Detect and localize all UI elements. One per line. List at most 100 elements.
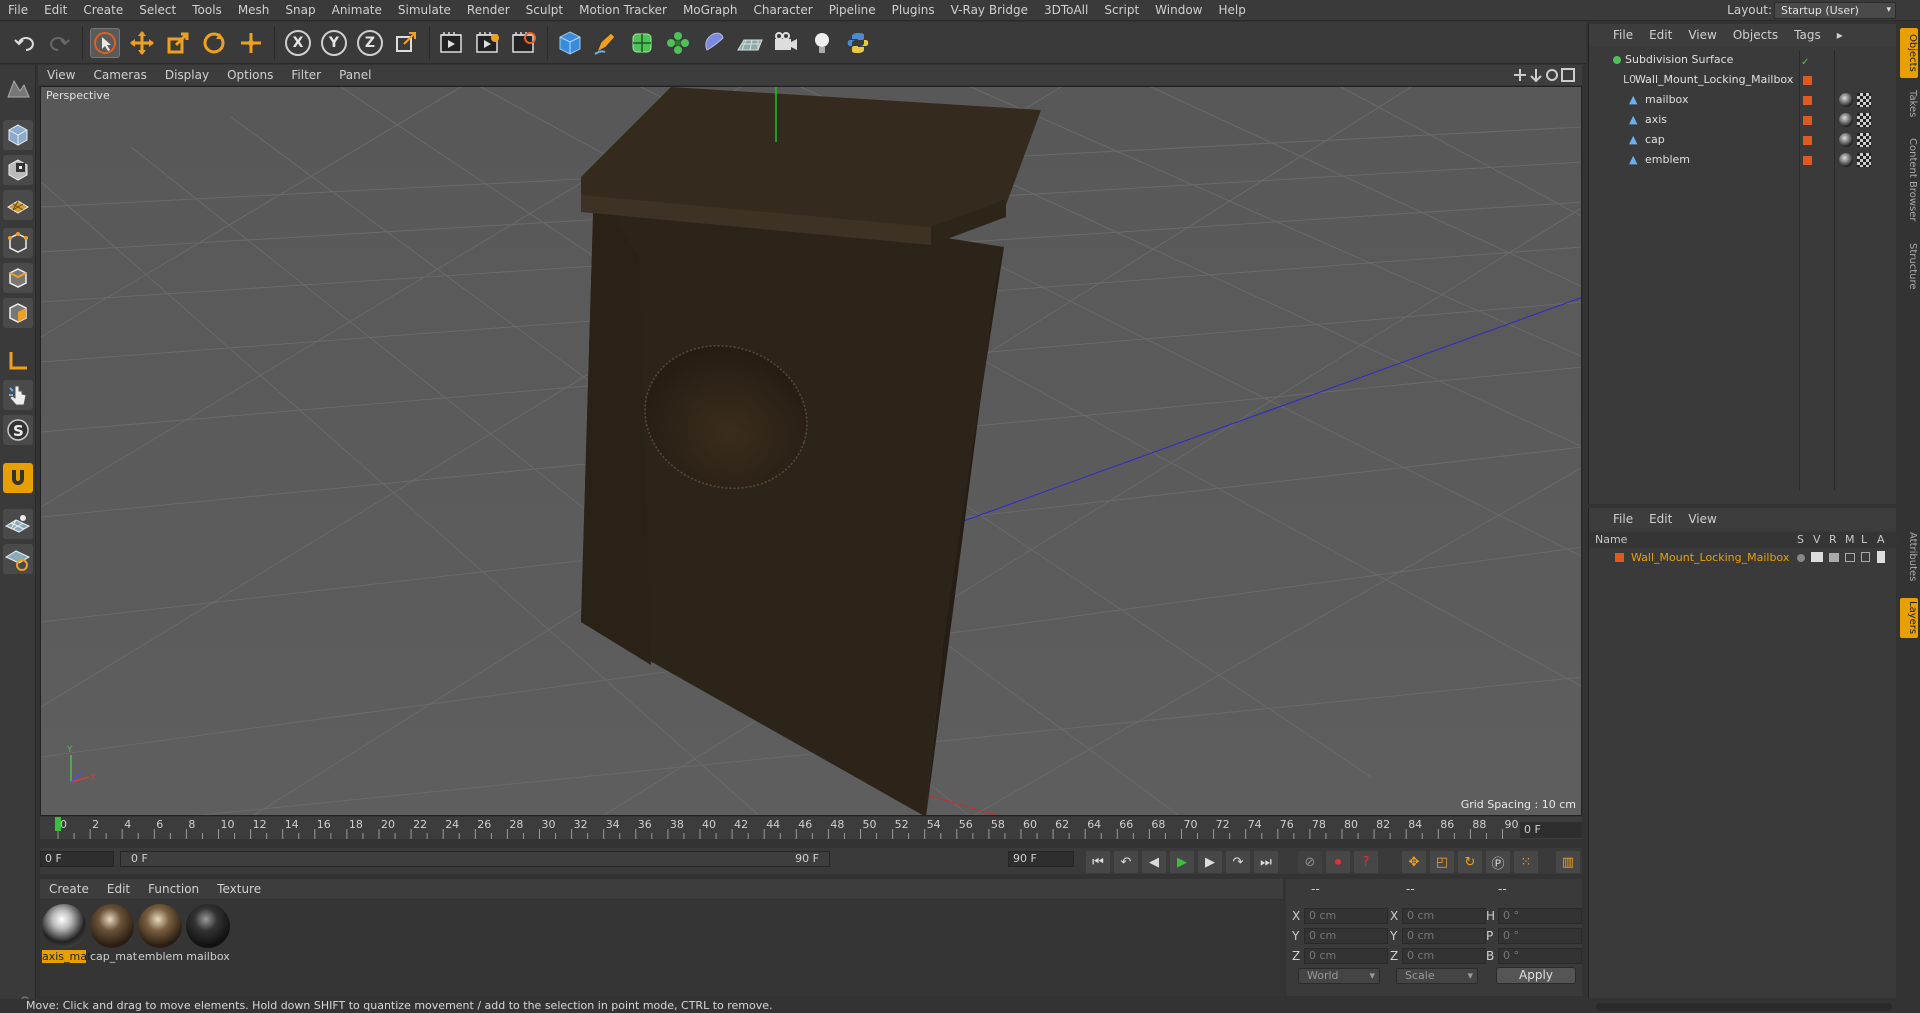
snap-icon[interactable]: S: [3, 415, 33, 445]
apply-button[interactable]: Apply: [1496, 967, 1576, 984]
axis-mode-icon[interactable]: [3, 345, 33, 375]
viewport-menu-display[interactable]: Display: [156, 68, 218, 82]
layer-col-locked[interactable]: L: [1861, 532, 1867, 548]
floor-icon[interactable]: [735, 28, 765, 58]
redo-icon[interactable]: [44, 28, 74, 58]
record-active-objects-icon[interactable]: ⏺: [1326, 851, 1350, 873]
object-row-subdivision[interactable]: Subdivision Surface ✓: [1589, 50, 1897, 70]
tab-layers[interactable]: Layers: [1900, 598, 1918, 638]
object-row-axis[interactable]: ▲ axis: [1589, 110, 1897, 130]
locked-workplane-icon[interactable]: [3, 544, 33, 574]
texture-mode-icon[interactable]: [3, 155, 33, 185]
key-position-icon[interactable]: ✥: [1402, 851, 1426, 873]
tab-takes[interactable]: Takes: [1900, 84, 1918, 124]
coordinate-space-dropdown[interactable]: World ▾: [1298, 968, 1380, 984]
menu-help[interactable]: Help: [1210, 0, 1253, 21]
menu-character[interactable]: Character: [745, 0, 820, 21]
render-icon[interactable]: [1829, 553, 1839, 562]
rotation-h-field[interactable]: 0 °: [1498, 908, 1582, 924]
layer-col-render[interactable]: R: [1829, 532, 1837, 548]
tab-content-browser[interactable]: Content Browser: [1900, 130, 1918, 230]
manager-icon[interactable]: [1845, 553, 1855, 562]
uvw-tag-icon[interactable]: [1857, 93, 1871, 107]
select-icon[interactable]: [90, 28, 120, 58]
y-axis-icon[interactable]: Y: [319, 28, 349, 58]
layer-color-tag[interactable]: [1803, 136, 1812, 145]
menu-file[interactable]: File: [0, 0, 36, 21]
deformer-icon[interactable]: [699, 28, 729, 58]
object-row-cap[interactable]: ▲ cap: [1589, 130, 1897, 150]
key-parameter-icon[interactable]: Ⓟ: [1486, 851, 1510, 873]
python-icon[interactable]: [843, 28, 873, 58]
material-swatch[interactable]: axis_mat: [42, 904, 91, 964]
position-x-field[interactable]: 0 cm: [1304, 908, 1388, 924]
previous-key-icon[interactable]: ↶: [1114, 851, 1138, 873]
playhead[interactable]: [55, 817, 61, 831]
key-pla-icon[interactable]: ⁙: [1514, 851, 1538, 873]
layer-col-solo[interactable]: S: [1797, 532, 1804, 548]
menu-sculpt[interactable]: Sculpt: [518, 0, 571, 21]
material-menu-function[interactable]: Function: [139, 882, 208, 896]
start-frame-field[interactable]: 0 F: [40, 851, 114, 867]
menu-tools[interactable]: Tools: [184, 0, 230, 21]
end-frame-field[interactable]: 90 F: [1008, 851, 1074, 867]
horizontal-scrollbar[interactable]: [1596, 1003, 1892, 1011]
cube-icon[interactable]: [555, 28, 585, 58]
uvw-tag-icon[interactable]: [1857, 113, 1871, 127]
menu-mesh[interactable]: Mesh: [230, 0, 278, 21]
size-mode-dropdown[interactable]: Scale ▾: [1396, 968, 1478, 984]
material-swatch[interactable]: mailbox: [186, 904, 230, 964]
pen-icon[interactable]: [591, 28, 621, 58]
subdivision-icon[interactable]: [627, 28, 657, 58]
workplane-icon[interactable]: [3, 509, 33, 539]
render-view-icon[interactable]: [437, 28, 467, 58]
viewport-menu-panel[interactable]: Panel: [330, 68, 380, 82]
layer-color-tag[interactable]: [1803, 96, 1812, 105]
material-menu-create[interactable]: Create: [40, 882, 98, 896]
record-disabled-icon[interactable]: ⊘: [1298, 851, 1322, 873]
z-axis-icon[interactable]: Z: [355, 28, 385, 58]
magnet-icon[interactable]: [3, 463, 33, 493]
layer-color-tag[interactable]: [1803, 76, 1812, 85]
solo-icon[interactable]: [1797, 554, 1805, 562]
menu-motion-tracker[interactable]: Motion Tracker: [571, 0, 675, 21]
obj-menu-view[interactable]: View: [1680, 28, 1724, 42]
cloner-icon[interactable]: [663, 28, 693, 58]
obj-menu-edit[interactable]: Edit: [1641, 28, 1680, 42]
go-to-start-icon[interactable]: ⏮: [1086, 851, 1110, 873]
menu-create[interactable]: Create: [75, 0, 131, 21]
material-menu-texture[interactable]: Texture: [208, 882, 270, 896]
object-row-mailbox[interactable]: ▲ mailbox: [1589, 90, 1897, 110]
viewport-perspective[interactable]: Y X Perspective Grid Spacing : 10 cm: [40, 86, 1582, 816]
menu-animate[interactable]: Animate: [324, 0, 390, 21]
obj-menu-more[interactable]: ▸: [1829, 28, 1851, 42]
position-y-field[interactable]: 0 cm: [1304, 928, 1388, 944]
layer-menu-file[interactable]: File: [1589, 512, 1641, 526]
light-icon[interactable]: [807, 28, 837, 58]
layer-color-tag[interactable]: [1803, 156, 1812, 165]
menu-mograph[interactable]: MoGraph: [675, 0, 746, 21]
tab-structure[interactable]: Structure: [1900, 236, 1918, 296]
viewport-menu-cameras[interactable]: Cameras: [84, 68, 155, 82]
size-y-field[interactable]: 0 cm: [1402, 928, 1486, 944]
object-row-emblem[interactable]: ▲ emblem: [1589, 150, 1897, 170]
next-key-icon[interactable]: ↷: [1226, 851, 1250, 873]
obj-menu-tags[interactable]: Tags: [1786, 28, 1829, 42]
tab-objects[interactable]: Objects: [1900, 28, 1918, 78]
menu-render[interactable]: Render: [459, 0, 518, 21]
model-mode-icon[interactable]: [3, 120, 33, 150]
layer-menu-view[interactable]: View: [1680, 512, 1724, 526]
lock-icon[interactable]: [1861, 552, 1870, 562]
view-eye-icon[interactable]: [1811, 552, 1823, 562]
object-row-wall-mount[interactable]: L0 Wall_Mount_Locking_Mailbox: [1589, 70, 1897, 90]
position-z-field[interactable]: 0 cm: [1304, 948, 1388, 964]
size-x-field[interactable]: 0 cm: [1402, 908, 1486, 924]
polygons-mode-icon[interactable]: [3, 298, 33, 328]
menu-edit[interactable]: Edit: [36, 0, 75, 21]
obj-menu-objects[interactable]: Objects: [1725, 28, 1786, 42]
viewport-menu-options[interactable]: Options: [218, 68, 282, 82]
material-swatch[interactable]: emblem: [138, 904, 183, 964]
layout-select[interactable]: Startup (User) ▾: [1774, 2, 1896, 19]
menu-pipeline[interactable]: Pipeline: [821, 0, 884, 21]
layer-color-tag[interactable]: [1803, 116, 1812, 125]
